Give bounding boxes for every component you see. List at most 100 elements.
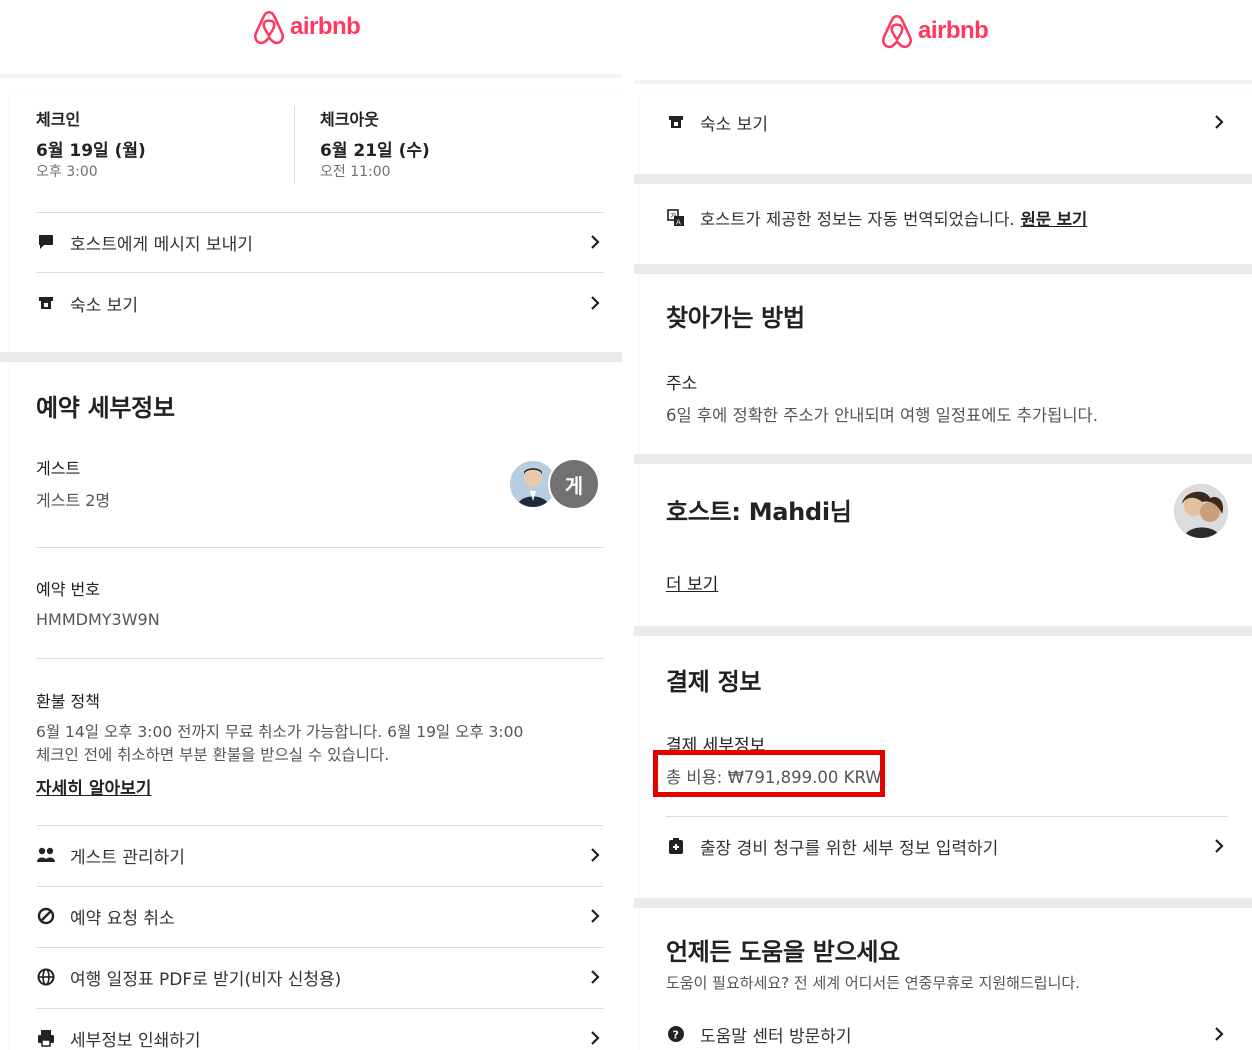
airbnb-logo-icon [254,10,284,45]
payment-card: 결제 정보 결제 세부정보 총 비용: ₩791,899.00 KRW 출장 경… [640,636,1252,898]
right-panel: airbnb 숙소 보기 가A 호스트가 제공한 정보는 자동 번역되었습니다.… [634,0,1252,1050]
print-details-label: 세부정보 인쇄하기 [70,1030,201,1050]
guests-value: 게스트 2명 [36,491,111,510]
view-original-link[interactable]: 원문 보기 [1021,206,1087,230]
airbnb-logo[interactable]: airbnb [252,8,361,46]
airbnb-logo-icon [882,14,912,49]
chevron-right-icon [591,235,600,249]
checkout-time: 오전 11:00 [320,164,391,180]
section-separator [634,454,1252,464]
divider [36,212,604,213]
chevron-right-icon [1215,115,1224,129]
cancel-request-label: 예약 요청 취소 [70,908,175,929]
reservation-details-title: 예약 세부정보 [36,394,175,422]
help-subtitle: 도움이 필요하세요? 전 세계 어디서든 연중무휴로 지원해드립니다. [666,974,1080,992]
view-listing-row[interactable]: 숙소 보기 [666,102,1228,142]
airbnb-wordmark: airbnb [918,17,989,44]
section-separator [634,264,1252,274]
message-icon [36,232,56,252]
cancel-request-row[interactable]: 예약 요청 취소 [36,896,604,936]
checkin-date: 6월 19일 (월) [36,141,146,161]
directions-title: 찾아가는 방법 [666,304,805,332]
cancel-icon [36,906,56,926]
reservation-code-value: HMMDMY3W9N [36,610,160,629]
view-listing-row[interactable]: 숙소 보기 [36,283,604,323]
help-card: 언제든 도움을 받으세요 도움이 필요하세요? 전 세계 어디서든 연중무휴로 … [640,908,1252,1050]
header-separator [0,74,622,78]
learn-more-link[interactable]: 자세히 알아보기 [36,774,151,799]
host-title: 호스트: Mahdi님 [666,498,852,526]
address-label: 주소 [666,374,698,394]
host-card: 호스트: Mahdi님 더 보기 [640,464,1252,626]
manage-guests-row[interactable]: 게스트 관리하기 [36,835,604,875]
payment-title: 결제 정보 [666,668,762,696]
chevron-right-icon [591,296,600,310]
address-note: 6일 후에 정확한 주소가 안내되며 여행 일정표에도 추가됩니다. [666,406,1098,425]
svg-text:A: A [676,219,681,227]
divider [36,825,604,826]
guests-icon [36,845,56,865]
refund-policy-line-1: 6월 14일 오후 3:00 전까지 무료 취소가 가능합니다. 6월 19일 … [36,723,524,741]
reservation-code-label: 예약 번호 [36,580,100,599]
checkin-divider [294,106,295,184]
airbnb-logo[interactable]: airbnb [880,12,989,50]
checkin-label: 체크인 [36,110,81,129]
listing-icon [666,112,686,132]
divider [36,947,604,948]
reservation-details-card: 예약 세부정보 게스트 게스트 2명 게 예약 번호 HMMDMY3W9N 환불… [10,362,622,1050]
chevron-right-icon [591,1031,600,1045]
expense-details-label: 출장 경비 청구를 위한 세부 정보 입력하기 [700,838,999,859]
message-host-row[interactable]: 호스트에게 메시지 보내기 [36,222,604,262]
chevron-right-icon [1215,839,1224,853]
guests-label: 게스트 [36,459,81,478]
translation-notice-text: 호스트가 제공한 정보는 자동 번역되었습니다. [700,210,1015,229]
refund-policy-label: 환불 정책 [36,692,100,711]
refund-policy-line-2: 체크인 전에 취소하면 부분 환불을 받으실 수 있습니다. [36,746,390,764]
view-listing-card: 숙소 보기 [640,94,1252,174]
divider [36,272,604,273]
left-panel: airbnb 체크인 6월 19일 (월) 오후 3:00 체크아웃 6월 21… [0,0,622,1050]
help-title: 언제든 도움을 받으세요 [666,938,900,966]
section-separator [634,898,1252,908]
chevron-right-icon [591,848,600,862]
divider [666,816,1228,817]
translation-card: 가A 호스트가 제공한 정보는 자동 번역되었습니다. 원문 보기 [640,184,1252,264]
checkin-time: 오후 3:00 [36,164,98,180]
view-listing-label: 숙소 보기 [700,114,768,135]
checkin-card: 체크인 6월 19일 (월) 오후 3:00 체크아웃 6월 21일 (수) 오… [10,90,622,352]
message-host-label: 호스트에게 메시지 보내기 [70,234,253,255]
listing-icon [36,293,56,313]
guest-avatar-letter[interactable]: 게 [548,458,600,510]
svg-text:?: ? [673,1029,679,1042]
checkout-date: 6월 21일 (수) [320,141,430,161]
print-details-row[interactable]: 세부정보 인쇄하기 [36,1018,604,1050]
section-separator [634,174,1252,184]
directions-card: 찾아가는 방법 주소 6일 후에 정확한 주소가 안내되며 여행 일정표에도 추… [640,274,1252,454]
divider [36,658,604,659]
section-separator [0,352,622,362]
divider [36,1008,604,1009]
divider [36,547,604,548]
expense-details-row[interactable]: 출장 경비 청구를 위한 세부 정보 입력하기 [666,826,1228,866]
translate-icon: 가A [666,208,686,228]
print-icon [36,1028,56,1048]
section-separator [634,626,1252,636]
itinerary-pdf-row[interactable]: 여행 일정표 PDF로 받기(비자 신청용) [36,957,604,997]
chevron-right-icon [591,970,600,984]
help-center-label: 도움말 센터 방문하기 [700,1026,852,1047]
briefcase-plus-icon [666,836,686,856]
help-center-row[interactable]: ? 도움말 센터 방문하기 [666,1014,1228,1050]
globe-icon [36,967,56,987]
divider [36,886,604,887]
chevron-right-icon [1215,1027,1224,1041]
itinerary-pdf-label: 여행 일정표 PDF로 받기(비자 신청용) [70,969,342,990]
host-avatar[interactable] [1174,484,1228,538]
manage-guests-label: 게스트 관리하기 [70,847,185,868]
translation-notice: 가A 호스트가 제공한 정보는 자동 번역되었습니다. 원문 보기 [666,206,1087,230]
header-separator [634,80,1252,84]
chevron-right-icon [591,909,600,923]
question-icon: ? [666,1024,686,1044]
view-listing-label: 숙소 보기 [70,295,138,316]
checkout-label: 체크아웃 [320,110,379,129]
host-more-link[interactable]: 더 보기 [666,570,718,595]
